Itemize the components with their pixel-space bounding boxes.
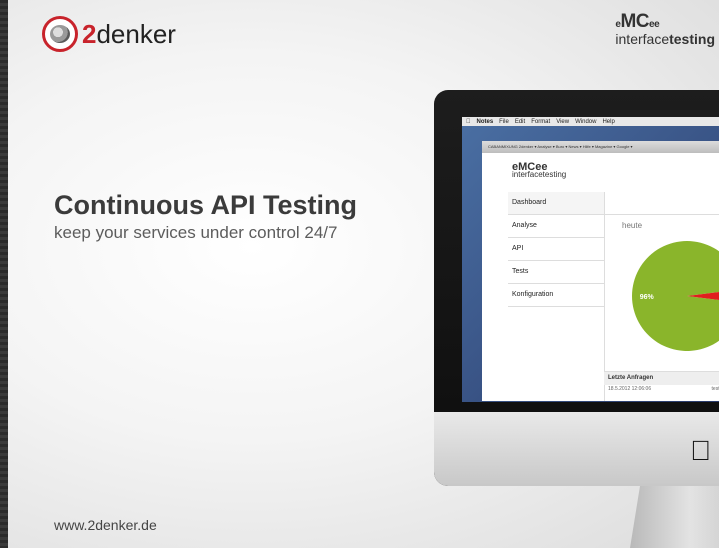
imac-screen:  Notes File Edit Format View Window Hel… [462, 117, 719, 402]
apple-menu-icon[interactable]:  [466, 119, 471, 125]
emcee-brand: eMCee interfacetesting [615, 11, 715, 47]
page-tagline: keep your services under control 24/7 [54, 223, 338, 242]
page-headline: Continuous API Testing [54, 190, 357, 220]
nav-tests[interactable]: Tests [508, 261, 604, 284]
recent-requests-header: Letzte Anfragen [604, 371, 719, 385]
imac-stand [630, 486, 719, 548]
row-date: 18.5.2012 12:06:06 [608, 386, 652, 392]
footer-url[interactable]: www.2denker.de [54, 517, 157, 533]
nav-konfiguration[interactable]: Konfiguration [508, 284, 604, 307]
browser-window: CABANMIXUNG 2denker ▾ Analyse ▾ Buro ▾ N… [482, 141, 719, 401]
menu-help[interactable]: Help [602, 119, 614, 125]
imac-chin [434, 412, 719, 486]
menu-format[interactable]: Format [531, 119, 550, 125]
table-row[interactable]: 18.5.2012 12:06:06 testRe [604, 384, 719, 395]
menu-notes[interactable]: Notes [477, 119, 494, 125]
brand-emcee: eMCee [615, 11, 660, 32]
pie-chart: 96% 4% [631, 241, 719, 351]
logo-number: 2 [82, 18, 97, 49]
brand-subtitle: interfacetesting [615, 31, 715, 47]
brain-icon [42, 16, 78, 52]
content-header [604, 192, 719, 215]
bookmarks-bar[interactable]: CABANMIXUNG 2denker ▾ Analyse ▾ Buro ▾ N… [482, 141, 719, 153]
chart-label: heute [622, 221, 643, 230]
nav-api[interactable]: API [508, 238, 604, 261]
apple-logo-icon:  [690, 435, 711, 467]
app-logo: eMCee interfacetesting [512, 162, 567, 179]
menu-edit[interactable]: Edit [515, 119, 525, 125]
menu-window[interactable]: Window [575, 119, 596, 125]
row-value: testRe [711, 386, 719, 392]
mac-menubar:  Notes File Edit Format View Window Hel… [462, 117, 719, 126]
app-sidebar: Dashboard Analyse API Tests Konfiguratio… [508, 192, 605, 401]
pie-label-96: 96% [640, 294, 655, 301]
app-logo-subtitle: interfacetesting [512, 170, 567, 179]
logo-text: denker [96, 18, 176, 49]
menu-view[interactable]: View [556, 119, 569, 125]
nav-analyse[interactable]: Analyse [508, 215, 604, 238]
nav-dashboard[interactable]: Dashboard [508, 192, 604, 215]
menu-file[interactable]: File [499, 119, 509, 125]
2denker-logo[interactable]: 2 denker [42, 16, 176, 52]
left-frame-edge [0, 0, 8, 548]
